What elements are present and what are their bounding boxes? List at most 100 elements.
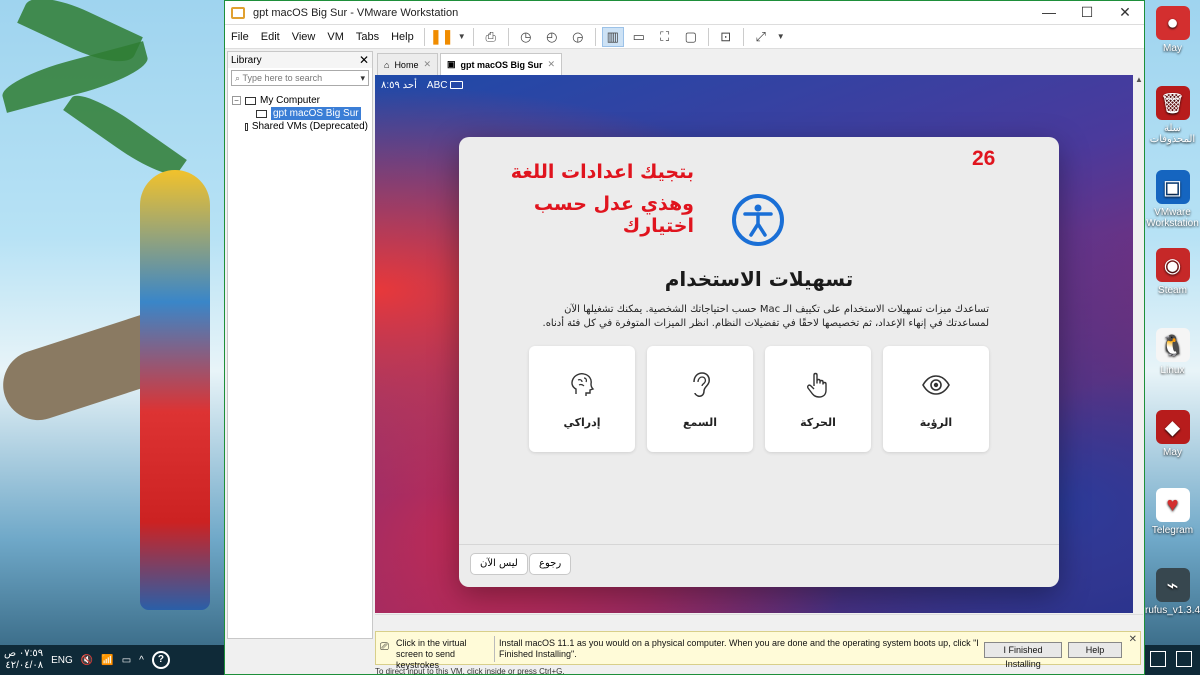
tab-close-icon[interactable]: ✕	[423, 59, 431, 70]
taskbar-clock[interactable]: ٠٧:٥٩ ص ٤٢/٠٤/٠٨	[4, 648, 43, 672]
window-title: gpt macOS Big Sur - VMware Workstation	[253, 6, 459, 19]
annotation-line-2: وهذي عدل حسب اختيارك	[533, 193, 694, 237]
card-label: الحركة	[800, 416, 836, 429]
pause-icon[interactable]: ❚❚	[430, 27, 453, 47]
chevron-down-icon[interactable]: ▾	[360, 73, 365, 84]
linux-penguin-icon: 🐧	[1155, 328, 1190, 362]
desktop-icon-recycle-bin[interactable]: 🗑 سلة المحذوفات	[1145, 86, 1200, 145]
maximize-button[interactable]: ☐	[1068, 1, 1106, 25]
back-button[interactable]: رجوع	[529, 553, 572, 575]
category-card-hearing[interactable]: السمع	[647, 346, 753, 452]
tree-label: gpt macOS Big Sur	[271, 107, 361, 120]
library-close-button[interactable]: ✕	[359, 53, 369, 67]
dialog-divider	[459, 544, 1059, 545]
menu-edit[interactable]: Edit	[255, 31, 286, 43]
desktop-icon-label: سلة المحذوفات	[1149, 123, 1196, 145]
card-label: الرؤية	[919, 416, 953, 429]
tab-vm[interactable]: ▣ gpt macOS Big Sur ✕	[440, 53, 563, 75]
keyboard-hint-icon: ⎚	[380, 641, 389, 653]
dialog-description: تساعدك ميزات تسهيلات الاستخدام على تكييف…	[542, 304, 989, 329]
menu-vm[interactable]: VM	[321, 31, 350, 43]
chevron-up-icon[interactable]: ^	[139, 655, 144, 666]
tree-label: Shared VMs (Deprecated)	[251, 121, 368, 132]
desktop-icon-label: May	[1163, 447, 1182, 458]
library-tree: − My Computer gpt macOS Big Sur Shared V…	[228, 88, 372, 139]
scroll-up-icon[interactable]: ▲	[1135, 75, 1143, 84]
horizontal-scrollbar[interactable]	[375, 614, 1143, 624]
desktop-icon-label: May	[1163, 43, 1182, 54]
accessibility-dialog: بتجيك اعدادات اللغة وهذي عدل حسب اختيارك…	[459, 137, 1059, 587]
desktop-icon-label: VMware Workstation	[1146, 207, 1199, 229]
revert-snapshot-icon[interactable]: ◴	[541, 27, 563, 47]
menu-tabs[interactable]: Tabs	[350, 31, 385, 43]
category-card-vision[interactable]: الرؤية	[883, 346, 989, 452]
status-bar: To direct input to this VM, click inside…	[375, 667, 565, 675]
collapse-icon[interactable]: −	[232, 96, 241, 105]
desktop-icon-vmware[interactable]: ▣ VMware Workstation	[1145, 170, 1200, 229]
steam-icon: ◉	[1155, 248, 1190, 282]
network-icon[interactable]: 📶	[101, 655, 113, 666]
library-view-icon[interactable]: ▥	[601, 26, 624, 47]
vmware-app-icon	[231, 6, 245, 19]
send-ctrl-alt-del-icon[interactable]: ⎙	[480, 27, 502, 47]
tree-item-shared-vms[interactable]: Shared VMs (Deprecated)	[232, 120, 368, 133]
vertical-scrollbar[interactable]: ▲	[1135, 75, 1143, 613]
menu-file[interactable]: File	[225, 31, 255, 43]
mute-icon[interactable]: 🔇	[81, 655, 93, 666]
stretch-icon[interactable]: ⤢	[750, 27, 772, 47]
start-icon[interactable]	[1176, 651, 1192, 667]
close-button[interactable]: ✕	[1106, 1, 1144, 25]
annotation-line-1: بتجيك اعدادات اللغة	[510, 161, 694, 183]
category-card-cognitive[interactable]: إدراكي	[529, 346, 635, 452]
chevron-down-icon[interactable]: ▼	[776, 27, 786, 47]
snapshot-icon[interactable]: ◷	[515, 27, 537, 47]
vm-tab-icon: ▣	[447, 59, 456, 69]
accessibility-icon	[732, 194, 784, 246]
vm-screen[interactable]: أحد ٨:٥٩ ABC بتجيك اعدادات اللغة وهذي عد…	[375, 75, 1133, 613]
not-now-button[interactable]: ليس الآن	[470, 553, 528, 575]
unity-icon[interactable]: ▢	[680, 27, 702, 47]
battery-icon[interactable]: ▭	[122, 655, 131, 666]
console-icon[interactable]: ⊡	[715, 27, 737, 47]
i-finished-installing-button[interactable]: I Finished Installing	[984, 642, 1062, 669]
desktop-icon-telegram[interactable]: ♥ Telegram	[1145, 488, 1200, 536]
menu-help[interactable]: Help	[385, 31, 420, 43]
thumbnail-view-icon[interactable]: ▭	[628, 27, 650, 47]
input-source[interactable]: ABC	[427, 80, 464, 91]
desktop-icon-may-2[interactable]: ◆ May	[1145, 410, 1200, 458]
language-indicator[interactable]: ENG	[51, 655, 73, 666]
tab-close-icon[interactable]: ✕	[548, 59, 556, 70]
vmware-window: gpt macOS Big Sur - VMware Workstation —…	[224, 0, 1145, 675]
desktop-icon-may[interactable]: ● May	[1145, 6, 1200, 54]
minimize-button[interactable]: —	[1030, 1, 1068, 25]
game-icon: ◆	[1155, 410, 1190, 444]
step-number: 26	[972, 147, 996, 170]
tab-bar: ⌂ Home ✕ ▣ gpt macOS Big Sur ✕	[377, 53, 563, 75]
system-tray: ٠٧:٥٩ ص ٤٢/٠٤/٠٨ ENG 🔇 📶 ▭ ^ ?	[4, 648, 170, 672]
desktop-icon-rufus[interactable]: ⌁ rufus_v1.3.4	[1145, 568, 1200, 616]
toolbar-separator	[423, 27, 425, 46]
tree-item-vm[interactable]: gpt macOS Big Sur	[232, 107, 368, 120]
category-card-motor[interactable]: الحركة	[765, 346, 871, 452]
desktop-icon-steam[interactable]: ◉ Steam	[1145, 248, 1200, 296]
desktop-icon-linux[interactable]: 🐧 Linux	[1145, 328, 1200, 376]
tree-label: My Computer	[260, 95, 321, 106]
tree-item-my-computer[interactable]: − My Computer	[232, 94, 368, 107]
task-view-icon[interactable]	[1150, 651, 1166, 667]
accessibility-categories: إدراكي السمع الحركة الرؤية	[529, 346, 989, 452]
library-search[interactable]: ⌕ Type here to search ▾	[231, 70, 369, 86]
hint-close-icon[interactable]: ✕	[1129, 634, 1137, 645]
snapshot-manager-icon[interactable]: ◶	[567, 27, 589, 47]
full-screen-icon[interactable]: ⛶	[654, 27, 676, 47]
tab-home[interactable]: ⌂ Home ✕	[377, 53, 438, 75]
toolbar-separator	[472, 27, 474, 46]
dialog-title: تسهيلات الاستخدام	[664, 267, 854, 291]
help-icon[interactable]: ?	[151, 651, 170, 669]
cards-icon: ♥	[1155, 488, 1190, 522]
macos-status-bar: أحد ٨:٥٩ ABC	[381, 80, 464, 91]
menu-view[interactable]: View	[286, 31, 322, 43]
toolbar-separator	[594, 27, 596, 46]
help-button[interactable]: Help	[1068, 642, 1122, 658]
chevron-down-icon[interactable]: ▼	[457, 27, 467, 47]
search-input[interactable]: Type here to search	[243, 73, 323, 83]
